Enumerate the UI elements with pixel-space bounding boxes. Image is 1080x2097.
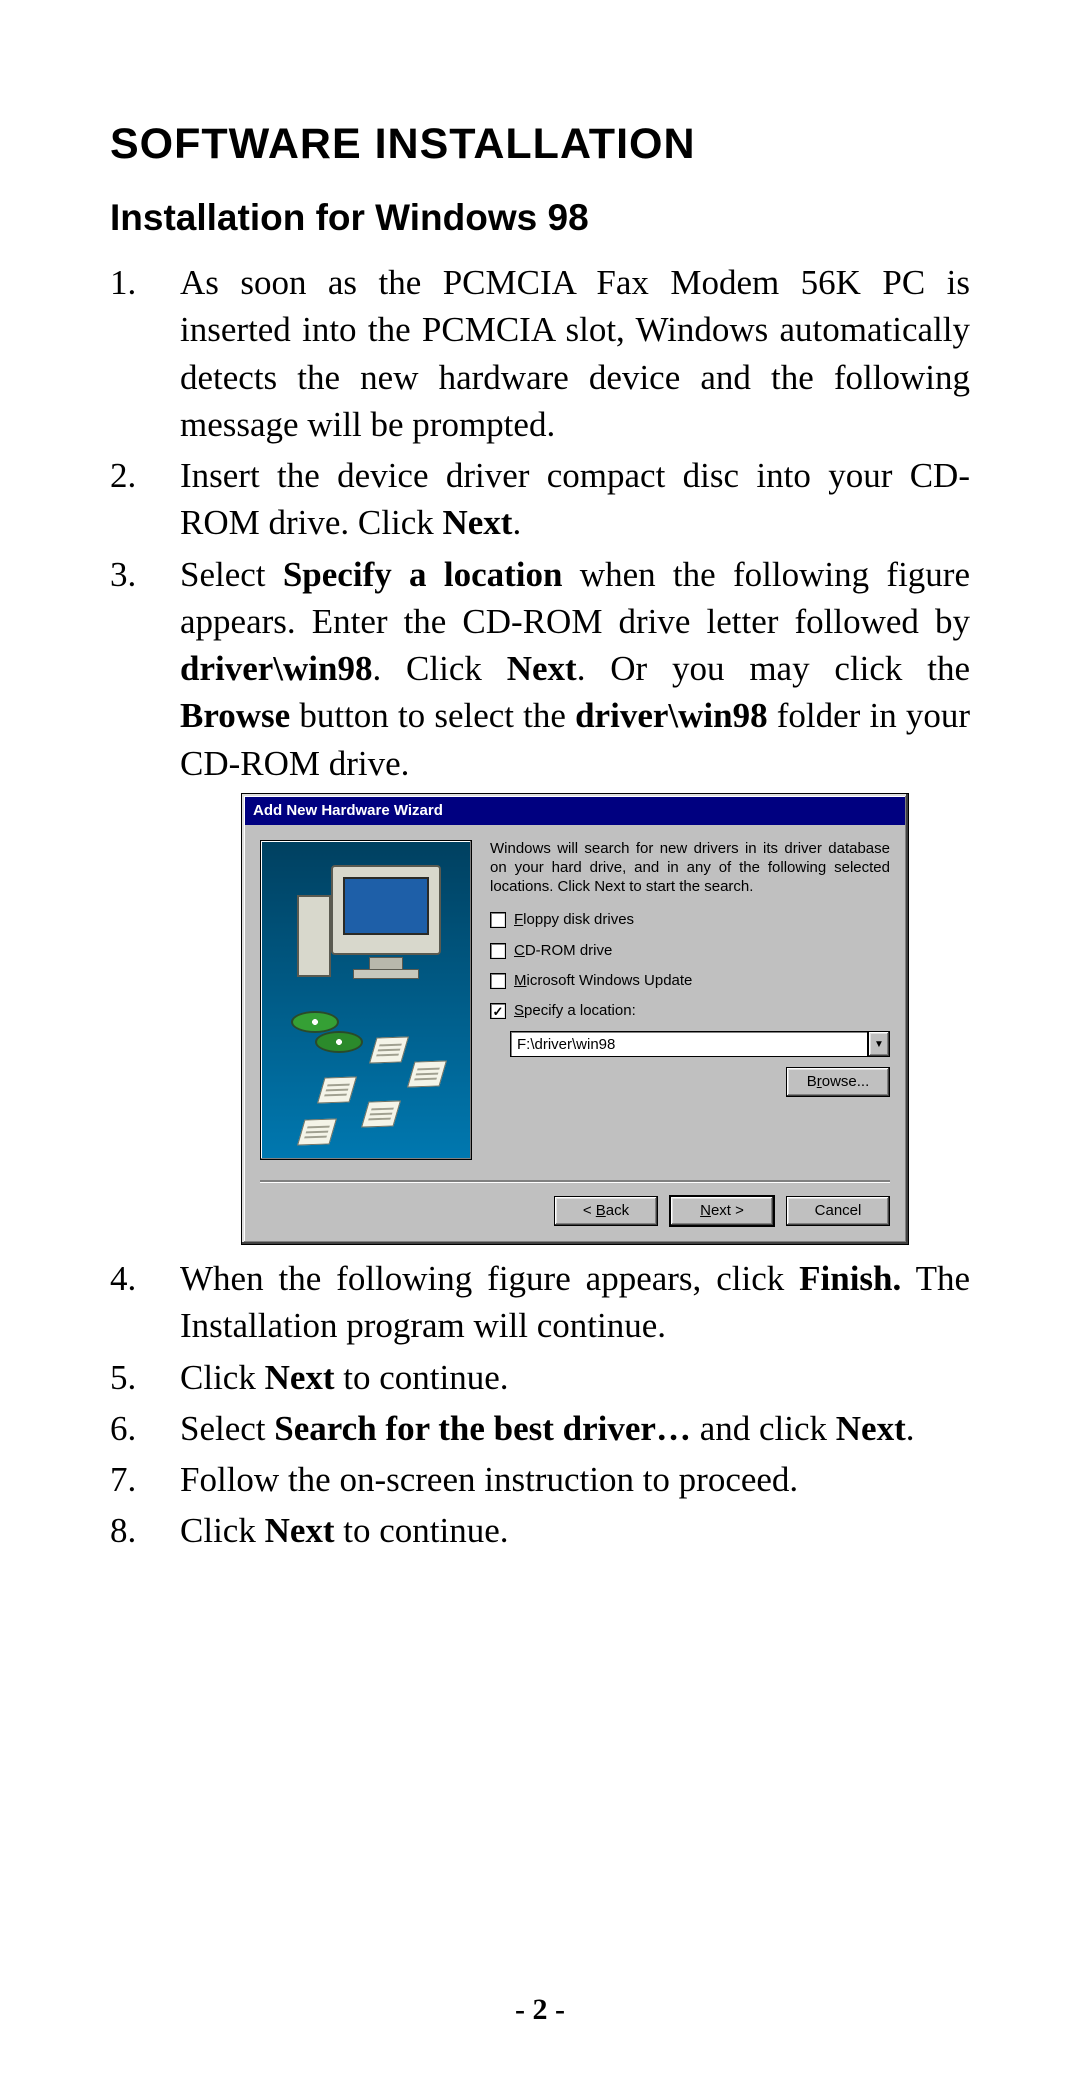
checkbox-icon[interactable]: [490, 973, 506, 989]
keyword-next: Next: [265, 1511, 335, 1550]
cd-icon: [291, 1011, 339, 1033]
keyword-browse: Browse: [180, 696, 290, 735]
keyword-next: Next: [442, 503, 512, 542]
option-label-text: icrosoft Windows Update: [527, 972, 693, 989]
instruction-list: As soon as the PCMCIA Fax Modem 56K PC i…: [110, 259, 970, 1555]
step-text: Click: [180, 1511, 265, 1550]
document-page: SOFTWARE INSTALLATION Installation for W…: [0, 0, 1080, 2097]
button-label: Browse...: [807, 1072, 870, 1092]
option-cdrom[interactable]: CD-ROM drive: [490, 941, 890, 961]
step-3: Select Specify a location when the follo…: [110, 551, 970, 1246]
step-text: Follow the on-screen instruction to proc…: [180, 1460, 798, 1499]
label-part: <: [583, 1202, 596, 1219]
keyword-specify-location: Specify a location: [283, 555, 563, 594]
option-label: Floppy disk drives: [514, 910, 634, 930]
checkbox-checked-icon[interactable]: ✓: [490, 1003, 506, 1019]
cancel-button[interactable]: Cancel: [786, 1196, 890, 1226]
dialog-body: Windows will search for new drivers in i…: [242, 828, 908, 1166]
hotkey-underline: F: [514, 911, 523, 928]
keyword-next: Next: [265, 1358, 335, 1397]
dialog-description: Windows will search for new drivers in i…: [490, 840, 890, 896]
hotkey-underline: S: [514, 1002, 524, 1019]
chevron-down-icon: ▼: [874, 1038, 884, 1052]
keyword-path: driver\win98: [575, 696, 767, 735]
step-4: When the following figure appears, click…: [110, 1255, 970, 1350]
option-specify-location[interactable]: ✓ Specify a location:: [490, 1001, 890, 1021]
option-label-text: D-ROM drive: [525, 942, 613, 959]
checkbox-icon[interactable]: [490, 943, 506, 959]
step-text: Insert the device driver compact disc in…: [180, 456, 970, 542]
monitor-icon: [331, 865, 441, 955]
window-icon: [381, 901, 401, 917]
option-windows-update[interactable]: Microsoft Windows Update: [490, 971, 890, 991]
dropdown-button[interactable]: ▼: [868, 1031, 890, 1057]
option-label: Specify a location:: [514, 1001, 636, 1021]
browse-button[interactable]: Browse...: [786, 1067, 890, 1097]
keyword-path: driver\win98: [180, 649, 372, 688]
document-icon: [361, 1100, 401, 1127]
keyword-next: Next: [836, 1409, 906, 1448]
option-label: CD-ROM drive: [514, 941, 612, 961]
step-text: to continue.: [335, 1358, 509, 1397]
hotkey-underline: B: [596, 1202, 606, 1219]
dialog-right-column: Windows will search for new drivers in i…: [490, 840, 890, 1160]
step-text: As soon as the PCMCIA Fax Modem 56K PC i…: [180, 263, 970, 444]
section-title: SOFTWARE INSTALLATION: [110, 120, 970, 169]
label-part: owse...: [822, 1073, 870, 1090]
step-text: Select: [180, 1409, 274, 1448]
monitor-base-icon: [353, 969, 419, 979]
button-label: Next >: [700, 1201, 744, 1221]
document-icon: [369, 1036, 409, 1063]
step-text: Select: [180, 555, 283, 594]
step-text: button to select the: [290, 696, 575, 735]
dialog-button-row: < Back Next > Cancel: [242, 1182, 908, 1244]
keyword-finish: Finish.: [799, 1259, 901, 1298]
location-combobox[interactable]: F:\driver\win98 ▼: [510, 1031, 890, 1057]
button-label: < Back: [583, 1201, 629, 1221]
hotkey-underline: M: [514, 972, 527, 989]
page-number: - 2 -: [0, 1993, 1080, 2027]
document-icon: [317, 1076, 357, 1103]
hardware-wizard-dialog: Add New Hardware Wizard: [241, 793, 909, 1245]
step-8: Click Next to continue.: [110, 1507, 970, 1554]
next-button[interactable]: Next >: [670, 1196, 774, 1226]
cd-icon: [315, 1031, 363, 1053]
label-part: B: [807, 1073, 817, 1090]
step-2: Insert the device driver compact disc in…: [110, 452, 970, 547]
hotkey-underline: C: [514, 942, 525, 959]
button-label: Cancel: [815, 1201, 862, 1221]
step-text: to continue.: [335, 1511, 509, 1550]
document-icon: [297, 1118, 337, 1145]
step-1: As soon as the PCMCIA Fax Modem 56K PC i…: [110, 259, 970, 448]
step-text: and click: [691, 1409, 836, 1448]
step-text: Click: [180, 1358, 265, 1397]
step-text: .: [512, 503, 521, 542]
keyword-next: Next: [507, 649, 577, 688]
step-text: . Or you may click the: [577, 649, 970, 688]
step-text: .: [906, 1409, 915, 1448]
keyword-search-best-driver: Search for the best driver…: [274, 1409, 691, 1448]
step-7: Follow the on-screen instruction to proc…: [110, 1456, 970, 1503]
step-5: Click Next to continue.: [110, 1354, 970, 1401]
step-text: . Click: [372, 649, 506, 688]
label-part: ack: [606, 1202, 629, 1219]
screenshot-figure: Add New Hardware Wizard: [180, 793, 970, 1245]
location-input[interactable]: F:\driver\win98: [510, 1031, 868, 1057]
option-label-text: loppy disk drives: [523, 911, 634, 928]
step-text: When the following figure appears, click: [180, 1259, 799, 1298]
tower-icon: [297, 895, 331, 977]
checkbox-icon[interactable]: [490, 912, 506, 928]
browse-row: Browse...: [510, 1067, 890, 1097]
option-label-text: pecify a location:: [524, 1002, 636, 1019]
option-label: Microsoft Windows Update: [514, 971, 692, 991]
label-part: ext >: [711, 1202, 744, 1219]
back-button[interactable]: < Back: [554, 1196, 658, 1226]
dialog-titlebar: Add New Hardware Wizard: [245, 797, 905, 825]
section-subtitle: Installation for Windows 98: [110, 197, 970, 239]
hotkey-underline: N: [700, 1202, 711, 1219]
step-6: Select Search for the best driver… and c…: [110, 1405, 970, 1452]
wizard-graphic: [260, 840, 472, 1160]
document-icon: [407, 1060, 447, 1087]
option-floppy[interactable]: Floppy disk drives: [490, 910, 890, 930]
